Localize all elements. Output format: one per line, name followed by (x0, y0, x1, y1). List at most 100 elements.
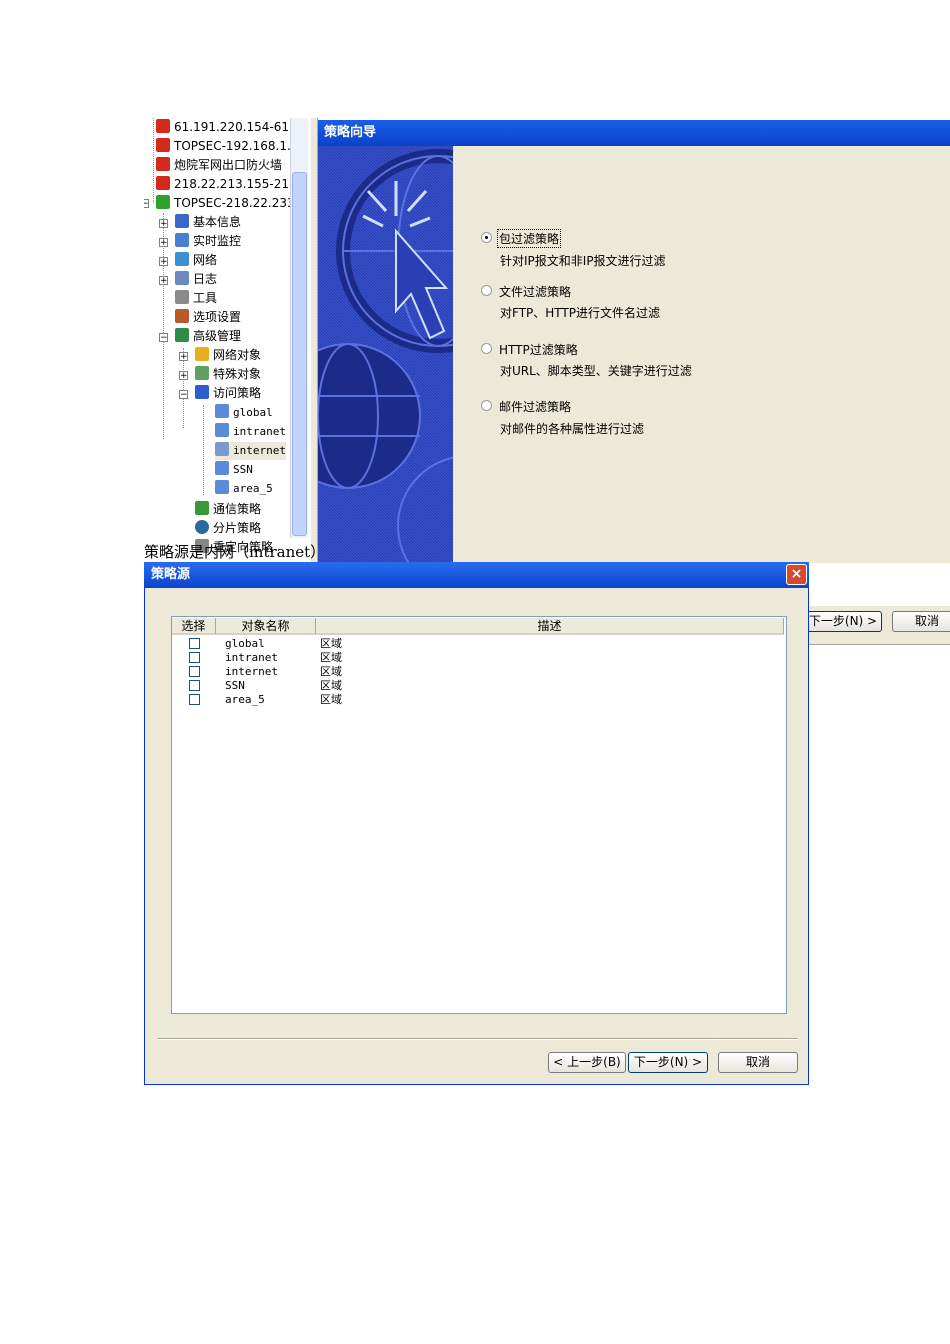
option-mail-filter-radio[interactable] (481, 400, 492, 411)
tree-item-label: 特殊对象 (213, 367, 262, 381)
zone-icon (215, 423, 229, 437)
dialog-cancel-button[interactable]: 取消 (718, 1052, 798, 1073)
option-packet-filter-desc: 针对IP报文和非IP报文进行过滤 (500, 254, 666, 268)
option-http-filter-label[interactable]: HTTP过滤策略 (499, 341, 578, 358)
row-object-name: SSN (225, 679, 245, 692)
tree-host-5[interactable]: TOPSEC-218.22.233. (156, 194, 298, 212)
tree-item-fragment-policy[interactable]: 分片策略 (195, 519, 261, 537)
tree-item-label: 实时监控 (193, 234, 242, 248)
tree-item-label: 网络 (193, 253, 218, 267)
network-object-icon (195, 347, 209, 361)
globe-cursor-illustration (318, 146, 453, 563)
expand-toggle-icon[interactable]: + (159, 257, 168, 267)
firewall-red-icon (156, 157, 170, 171)
wizard-options-panel: 包过滤策略 针对IP报文和非IP报文进行过滤 文件过滤策略 对FTP、HTTP进… (453, 146, 950, 563)
tree-item-label: global (233, 406, 273, 419)
firewall-green-icon (156, 195, 170, 209)
row-description: 区域 (320, 665, 342, 678)
log-icon (175, 271, 189, 285)
dialog-prev-button[interactable]: < 上一步(B) (548, 1052, 626, 1073)
wizard-banner-image (318, 146, 453, 563)
wizard-title: 策略向导 (318, 120, 950, 146)
wizard-next-button[interactable]: 下一步(N) > (804, 611, 882, 632)
tree-host-2[interactable]: TOPSEC-192.168.1.2 (156, 137, 298, 155)
tree-item-intranet[interactable]: intranet (215, 423, 286, 441)
option-file-filter-radio[interactable] (481, 285, 492, 296)
firewall-red-icon (156, 176, 170, 190)
row-object-name: internet (225, 665, 278, 678)
row-description: 区域 (320, 679, 342, 692)
column-header-description[interactable]: 描述 (316, 618, 784, 635)
special-object-icon (195, 366, 209, 380)
option-mail-filter-label[interactable]: 邮件过滤策略 (499, 398, 571, 415)
tree-item-comm-policy[interactable]: 通信策略 (195, 500, 261, 518)
expand-toggle-icon[interactable]: + (159, 238, 168, 248)
row-description: 区域 (320, 693, 342, 706)
tree-item-ssn[interactable]: SSN (215, 461, 253, 479)
tree-item-network[interactable]: 网络 (175, 251, 217, 269)
option-file-filter-label[interactable]: 文件过滤策略 (499, 283, 571, 300)
row-object-name: area_5 (225, 693, 265, 706)
dialog-next-button[interactable]: 下一步(N) > (628, 1052, 708, 1073)
tree-host-label: 炮院军网出口防火墙 (174, 158, 283, 172)
tree-item-area5[interactable]: area_5 (215, 480, 273, 498)
tree-item-network-objects[interactable]: 网络对象 (195, 346, 261, 364)
tree-item-options[interactable]: 选项设置 (175, 308, 241, 326)
row-checkbox[interactable] (189, 638, 200, 649)
tree-item-advanced[interactable]: 高级管理 (175, 327, 241, 345)
tree-scrollbar-thumb[interactable] (292, 172, 307, 536)
row-checkbox[interactable] (189, 680, 200, 691)
row-checkbox[interactable] (189, 652, 200, 663)
option-packet-filter-radio[interactable] (481, 232, 492, 243)
expand-toggle-icon[interactable]: + (159, 276, 168, 286)
tree-host-label: TOPSEC-218.22.233. (174, 196, 299, 210)
dialog-title: 策略源 (144, 562, 809, 588)
tree-item-global[interactable]: global (215, 404, 273, 422)
tree-host-3[interactable]: 炮院军网出口防火墙 (156, 156, 282, 174)
tree-item-label: SSN (233, 463, 253, 476)
tree-item-basic-info[interactable]: 基本信息 (175, 213, 241, 231)
close-icon[interactable]: × (786, 564, 807, 585)
tree-item-internet[interactable]: internet (215, 442, 286, 460)
tree-item-monitor[interactable]: 实时监控 (175, 232, 241, 250)
collapse-toggle-icon[interactable]: − (144, 199, 149, 209)
option-packet-filter-label[interactable]: 包过滤策略 (496, 229, 562, 248)
column-header-select[interactable]: 选择 (172, 618, 216, 635)
column-header-name[interactable]: 对象名称 (216, 618, 316, 635)
expand-toggle-icon[interactable]: + (159, 219, 168, 229)
tree-item-label: area_5 (233, 482, 273, 495)
tree-item-log[interactable]: 日志 (175, 270, 217, 288)
tree-item-label: 选项设置 (193, 310, 242, 324)
row-checkbox[interactable] (189, 666, 200, 677)
zone-icon (215, 461, 229, 475)
tree-host-4[interactable]: 218.22.213.155-218 (156, 175, 297, 193)
expand-toggle-icon[interactable]: + (179, 352, 188, 362)
expand-toggle-icon[interactable]: + (179, 371, 188, 381)
firewall-red-icon (156, 119, 170, 133)
row-checkbox[interactable] (189, 694, 200, 705)
tree-host-1[interactable]: 61.191.220.154-61. (156, 118, 293, 136)
zone-icon (215, 480, 229, 494)
panel-splitter[interactable] (310, 118, 318, 563)
zone-icon (215, 404, 229, 418)
tree-item-access-policy[interactable]: 访问策略 (195, 384, 261, 402)
tree-item-label: 工具 (193, 291, 218, 305)
tools-icon (175, 290, 189, 304)
tree-item-label: 网络对象 (213, 348, 262, 362)
tree-item-special-objects[interactable]: 特殊对象 (195, 365, 261, 383)
tree-item-label: intranet (233, 425, 286, 438)
wizard-cancel-button[interactable]: 取消 (892, 611, 950, 632)
tree-item-tools[interactable]: 工具 (175, 289, 217, 307)
globe-admin-icon (175, 328, 189, 342)
tree-item-label: 基本信息 (193, 215, 242, 229)
tree-item-label: 通信策略 (213, 502, 262, 516)
collapse-toggle-icon[interactable]: − (179, 390, 188, 400)
option-http-filter-radio[interactable] (481, 343, 492, 354)
collapse-toggle-icon[interactable]: − (159, 333, 168, 343)
dialog-separator (158, 1038, 798, 1040)
wizard-button-bar: 下一步(N) > 取消 (804, 606, 950, 645)
comm-policy-icon (195, 501, 209, 515)
zone-icon (215, 442, 229, 456)
row-object-name: intranet (225, 651, 278, 664)
tree-host-label: 218.22.213.155-218 (174, 177, 297, 191)
